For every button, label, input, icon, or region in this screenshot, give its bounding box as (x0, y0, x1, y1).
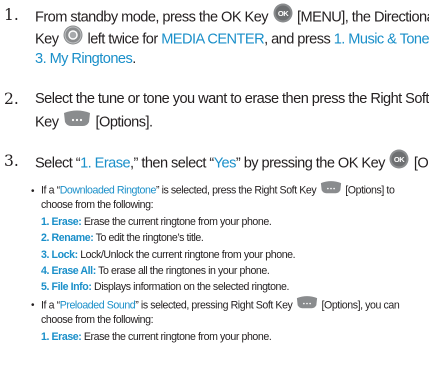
yes-option-label: Yes (213, 155, 237, 172)
step-1: 1. From standby mode, press the OK Key O… (4, 3, 429, 70)
list-item: 3. Lock: Lock/Unlock the current rington… (41, 248, 296, 261)
bullet-icon: • (31, 300, 35, 312)
step-1-line-1: From standby mode, press the OK Key OK [… (35, 3, 429, 26)
list-item: 5. File Info: Displays information on th… (41, 281, 290, 294)
list-item: 4. Erase All: To erase all the ringtones… (41, 264, 270, 277)
step-3: 3. Select “1. Erase,” then select “Yes” … (4, 149, 429, 172)
step-2-line-2: Key [Options]. (35, 110, 426, 132)
step-1-line-3: 3. My Ringtones. (35, 51, 136, 67)
step-2: 2. Select the tune or tone you want to e… (4, 88, 429, 132)
downloaded-ringtone-label: Downloaded Ringtone (59, 184, 157, 197)
downloaded-bullet: • If a “Downloaded Ringtone” is selected,… (31, 181, 425, 197)
right-soft-key-icon (296, 295, 318, 314)
manual-page: 1. From standby mode, press the OK Key O… (0, 0, 429, 368)
step-number: 3. (4, 152, 19, 170)
right-soft-key-icon (63, 109, 91, 134)
step-2-line-1: Select the tune or tone you want to eras… (35, 91, 429, 107)
erase-option-label: 1. Erase (80, 155, 131, 172)
music-tones-label: 1. Music & Tones (333, 31, 429, 48)
step-3-line-1: Select “1. Erase,” then select “Yes” by … (35, 149, 429, 172)
preloaded-choose-line: choose from the following: (41, 314, 154, 327)
list-item: 1. Erase: Erase the current ringtone fro… (41, 330, 272, 343)
right-soft-key-icon (320, 180, 342, 199)
preloaded-bullet: • If a “Preloaded Sound” is selected, pre… (31, 295, 425, 314)
ok-key-icon: OK (273, 3, 293, 30)
list-item: 1. Erase: Erase the current ringtone fro… (41, 215, 272, 228)
downloaded-choose-line: choose from the following: (41, 199, 154, 212)
svg-text:OK: OK (277, 9, 288, 18)
media-center-label: MEDIA CENTER (161, 31, 265, 48)
directional-key-icon (63, 25, 83, 52)
preloaded-sound-label: Preloaded Sound (59, 299, 136, 312)
options-list: • If a “Downloaded Ringtone” is selected,… (31, 181, 425, 345)
my-ringtones-label: 3. My Ringtones (35, 51, 133, 67)
list-item: 2. Rename: To edit the ringtone’s title. (41, 232, 204, 245)
ok-key-icon: OK (389, 149, 409, 176)
step-number: 2. (4, 90, 19, 108)
bullet-icon: • (31, 185, 35, 197)
svg-text:OK: OK (394, 155, 405, 164)
step-1-line-2: Key left twice for MEDIA CENTER, and pre… (35, 25, 429, 48)
step-number: 1. (4, 6, 19, 24)
